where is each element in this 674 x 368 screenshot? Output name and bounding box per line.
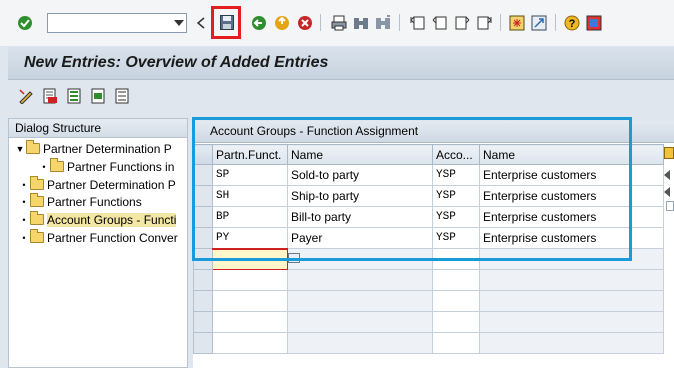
folder-icon [30,193,44,207]
group-name-cell [479,290,664,312]
system-toolbar: ? [0,0,674,46]
row-selector[interactable] [193,311,213,333]
last-page-icon[interactable] [475,14,492,31]
bullet-icon: • [22,196,26,207]
bullet-icon: • [42,161,46,172]
deselect-all-icon[interactable] [114,88,130,104]
folder-icon [26,140,40,154]
open-folder-icon [30,211,44,225]
table-row-empty [193,290,664,312]
select-block-icon[interactable] [90,88,106,104]
folder-icon [30,176,44,190]
name-cell [287,311,433,333]
partner-function-input[interactable] [212,269,288,291]
separator [399,14,400,31]
tree-item-partner-determination-procedure[interactable]: ▼ Partner Determination P [15,140,172,157]
table-highlight-box [192,117,632,261]
name-cell [287,269,433,291]
account-group-input[interactable] [432,311,480,333]
command-field[interactable] [47,13,187,33]
help-icon[interactable]: ? [563,14,580,31]
exit-icon[interactable] [273,14,290,31]
scroll-down-icon[interactable] [664,187,670,197]
expanded-icon[interactable]: ▼ [15,144,25,154]
tree-item-partner-determination-procedure-assignment[interactable]: • Partner Determination P [19,176,176,193]
tree-item-label: Partner Functions in [67,159,175,174]
row-selector[interactable] [193,332,213,354]
name-cell [287,290,433,312]
title-bar: New Entries: Overview of Added Entries [8,47,674,80]
tree-item-partner-function-conversion[interactable]: • Partner Function Conver [19,229,178,246]
dialog-structure-header: Dialog Structure [9,119,187,138]
customize-layout-icon[interactable] [585,14,602,31]
tree-item-account-groups-function-assignment[interactable]: • Account Groups - Functi [19,211,177,228]
dialog-structure-panel: Dialog Structure ▼ Partner Determination… [8,118,188,368]
row-selector[interactable] [193,269,213,291]
folder-icon [30,229,44,243]
cancel-icon[interactable] [296,14,313,31]
application-toolbar [8,82,674,112]
save-button-highlight [211,6,241,39]
previous-page-icon[interactable] [431,14,448,31]
page-title: New Entries: Overview of Added Entries [24,54,329,71]
account-group-input[interactable] [432,290,480,312]
row-selector[interactable] [193,290,213,312]
tree-item-partner-functions[interactable]: • Partner Functions [19,193,142,210]
partner-function-input[interactable] [212,311,288,333]
print-icon[interactable] [330,14,347,31]
scrollbar-thumb[interactable] [666,201,674,211]
name-cell [287,332,433,354]
partner-function-input[interactable] [212,290,288,312]
tree-item-label: Partner Determination P [47,177,176,192]
next-page-icon[interactable] [453,14,470,31]
group-name-cell [479,269,664,291]
find-icon[interactable] [352,14,369,31]
separator [555,14,556,31]
table-settings-icon[interactable] [664,147,674,159]
first-page-icon[interactable] [409,14,426,31]
display-change-icon[interactable] [18,88,34,105]
find-next-icon[interactable] [374,14,391,31]
bullet-icon: • [22,232,26,243]
group-name-cell [479,332,664,354]
folder-icon [50,158,64,172]
account-group-input[interactable] [432,332,480,354]
bullet-icon: • [22,179,26,190]
back-icon[interactable] [250,14,267,31]
collapse-icon[interactable] [196,14,206,31]
bullet-icon: • [22,214,26,225]
separator [320,14,321,31]
create-session-icon[interactable] [508,14,525,31]
account-group-input[interactable] [432,269,480,291]
delete-icon[interactable] [42,88,58,104]
partner-function-input[interactable] [212,332,288,354]
select-all-icon[interactable] [66,88,82,104]
tree-item-partner-functions-in-procedure[interactable]: • Partner Functions in [39,158,174,175]
table-row-empty [193,332,664,354]
tree-item-label: Partner Determination P [43,141,172,156]
tree-item-label: Account Groups - Functi [47,212,177,227]
tree-item-label: Partner Functions [47,194,142,209]
separator [500,14,501,31]
tree-item-label: Partner Function Conver [47,230,178,245]
enter-icon[interactable] [16,14,33,31]
table-row-empty [193,269,664,291]
group-name-cell [479,311,664,333]
shortcut-icon[interactable] [530,14,547,31]
chevron-down-icon[interactable] [174,20,184,26]
svg-text:?: ? [568,18,575,30]
scroll-up-icon[interactable] [664,170,670,180]
table-row-empty [193,311,664,333]
